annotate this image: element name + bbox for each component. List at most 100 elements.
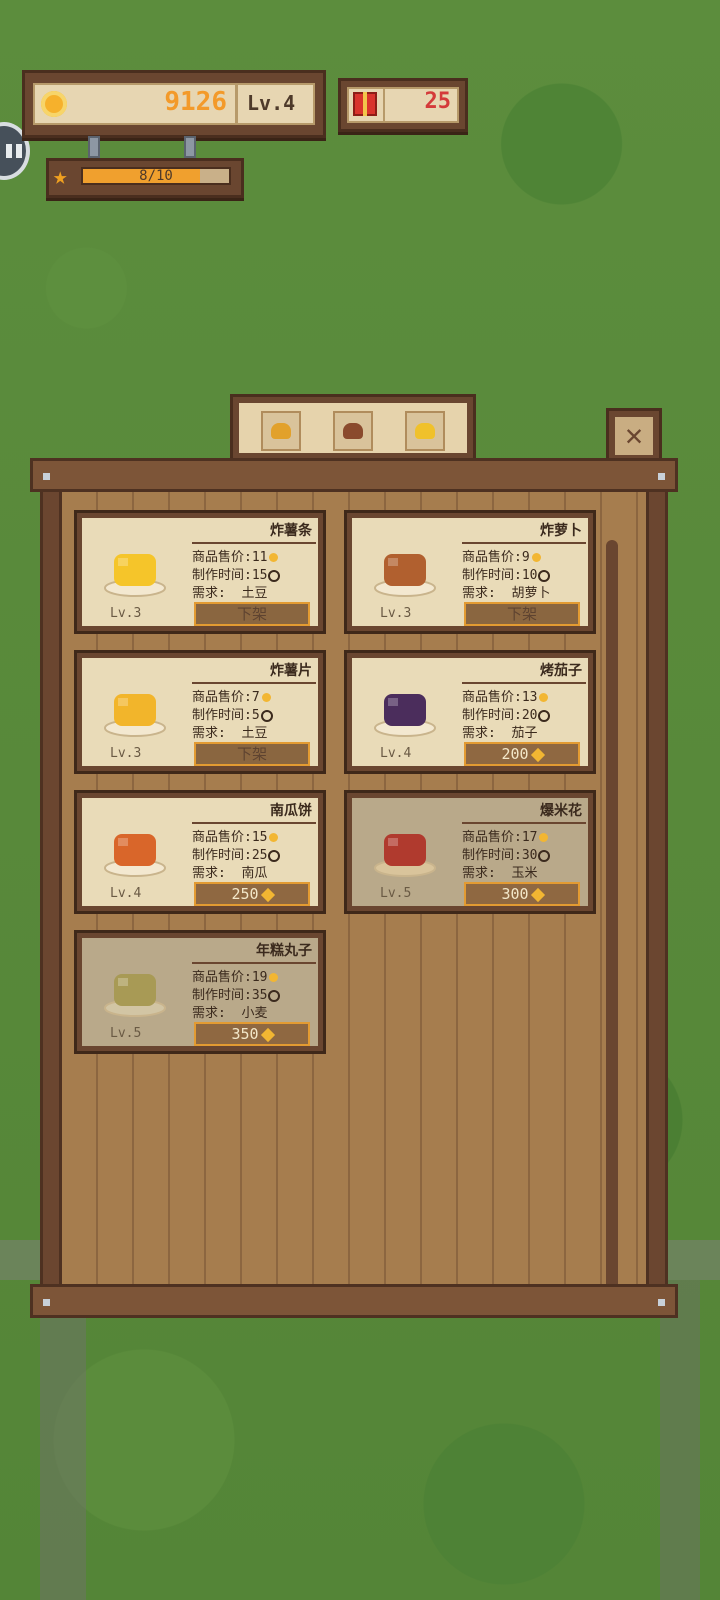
item-price: 15 <box>251 830 268 845</box>
tab-fries[interactable] <box>405 411 445 451</box>
item-price: 13 <box>521 690 538 705</box>
item-card[interactable]: Lv.3 炸萝卜 商品售价:9 制作时间:10 需求: 胡萝卜 下架 <box>344 510 596 634</box>
item-time-row: 制作时间:5 <box>192 704 273 723</box>
food-icon <box>374 694 436 737</box>
item-name: 炸薯条 <box>270 523 312 539</box>
unlock-button[interactable]: 200 <box>464 742 580 766</box>
item-card[interactable]: Lv.3 炸薯条 商品售价:11 制作时间:15 需求: 土豆 下架 <box>74 510 326 634</box>
food-icon <box>374 834 436 877</box>
item-need-row: 需求: 土豆 <box>192 726 268 741</box>
tab-meat-dishes[interactable] <box>333 411 373 451</box>
coin-icon <box>269 553 279 562</box>
unlock-button[interactable]: 350 <box>194 1022 310 1046</box>
item-card[interactable]: Lv.4 烤茄子 商品售价:13 制作时间:20 需求: 茄子 200 <box>344 650 596 774</box>
clock-icon <box>538 849 551 862</box>
background-path <box>660 1280 700 1600</box>
food-icon <box>104 974 166 1017</box>
item-card[interactable]: Lv.4 南瓜饼 商品售价:15 制作时间:25 需求: 南瓜 250 <box>74 790 326 914</box>
shop-list[interactable]: Lv.3 炸薯条 商品售价:11 制作时间:15 需求: 土豆 下架 Lv.3 … <box>62 492 646 1298</box>
item-price-row: 商品售价:7 <box>192 686 271 705</box>
tab-potato-dishes[interactable] <box>261 411 301 451</box>
item-price-row: 商品售价:11 <box>192 546 279 565</box>
item-time-row: 制作时间:30 <box>462 844 551 863</box>
potato-dish-icon <box>271 423 291 439</box>
item-price-row: 商品售价:19 <box>192 966 279 985</box>
item-time: 5 <box>251 708 260 723</box>
item-price: 17 <box>521 830 538 845</box>
coin-icon <box>539 693 549 702</box>
coin-icon <box>531 553 541 562</box>
unlock-button[interactable]: 250 <box>194 882 310 906</box>
gift-panel[interactable]: 25 <box>338 78 468 132</box>
item-level: Lv.3 <box>110 746 142 761</box>
item-level: Lv.5 <box>380 886 412 901</box>
item-time-row: 制作时间:10 <box>462 564 551 583</box>
item-need-row: 需求: 小麦 <box>192 1006 268 1021</box>
item-price-row: 商品售价:13 <box>462 686 549 705</box>
shop-panel: Lv.3 炸薯条 商品售价:11 制作时间:15 需求: 土豆 下架 Lv.3 … <box>30 458 678 1318</box>
xp-bar: 8/10 <box>81 167 231 185</box>
coin-icon <box>260 1027 275 1042</box>
food-icon <box>104 554 166 597</box>
item-need: 土豆 <box>241 586 268 601</box>
food-icon <box>374 554 436 597</box>
remove-button[interactable]: 下架 <box>194 602 310 626</box>
item-level: Lv.3 <box>380 606 412 621</box>
item-time-row: 制作时间:20 <box>462 704 551 723</box>
item-card[interactable]: Lv.3 炸薯片 商品售价:7 制作时间:5 需求: 土豆 下架 <box>74 650 326 774</box>
item-card[interactable]: Lv.5 爆米花 商品售价:17 制作时间:30 需求: 玉米 300 <box>344 790 596 914</box>
item-name: 爆米花 <box>540 803 582 819</box>
item-time: 25 <box>251 848 268 863</box>
item-price-label: 250 <box>231 885 259 903</box>
coin-icon <box>530 887 545 902</box>
coin-icon <box>261 693 271 702</box>
close-icon: ✕ <box>615 417 653 455</box>
item-price: 7 <box>251 690 260 705</box>
background-path <box>40 1280 86 1600</box>
remove-button[interactable]: 下架 <box>194 742 310 766</box>
item-need: 茄子 <box>511 726 538 741</box>
remove-button[interactable]: 下架 <box>464 602 580 626</box>
item-button-label: 下架 <box>236 605 267 623</box>
scrollbar[interactable] <box>606 540 618 1298</box>
item-time: 20 <box>521 708 538 723</box>
category-tabs <box>230 394 476 462</box>
item-price-row: 商品售价:15 <box>192 826 279 845</box>
item-card[interactable]: Lv.5 年糕丸子 商品售价:19 制作时间:35 需求: 小麦 350 <box>74 930 326 1054</box>
item-need-row: 需求: 玉米 <box>462 866 538 881</box>
item-time: 30 <box>521 848 538 863</box>
item-need: 小麦 <box>241 1006 268 1021</box>
coin-icon <box>41 91 67 117</box>
food-icon <box>104 694 166 737</box>
item-price: 19 <box>251 970 268 985</box>
clock-icon <box>260 709 273 722</box>
gift-count: 25 <box>424 89 452 114</box>
item-need-row: 需求: 南瓜 <box>192 866 268 881</box>
item-price-label: 350 <box>231 1025 259 1043</box>
clock-icon <box>268 849 281 862</box>
coin-icon <box>269 833 279 842</box>
item-time: 10 <box>521 568 538 583</box>
chain-decoration <box>88 136 100 158</box>
clock-icon <box>538 709 551 722</box>
coin-count: 9126 <box>164 87 227 117</box>
meat-dish-icon <box>343 423 363 439</box>
unlock-button[interactable]: 300 <box>464 882 580 906</box>
coin-panel: 9126 Lv.4 <box>22 70 326 138</box>
food-icon <box>104 834 166 877</box>
coin-icon <box>260 887 275 902</box>
close-button[interactable]: ✕ <box>606 408 662 464</box>
item-price-row: 商品售价:9 <box>462 546 541 565</box>
item-need-row: 需求: 土豆 <box>192 586 268 601</box>
item-price-label: 200 <box>501 745 529 763</box>
chain-decoration <box>184 136 196 158</box>
item-name: 年糕丸子 <box>256 943 312 959</box>
clock-icon <box>268 569 281 582</box>
clock-icon <box>538 569 551 582</box>
clock-icon <box>268 989 281 1002</box>
item-price-label: 300 <box>501 885 529 903</box>
item-level: Lv.3 <box>110 606 142 621</box>
item-level: Lv.4 <box>380 746 412 761</box>
item-need: 胡萝卜 <box>511 586 551 601</box>
item-button-label: 下架 <box>236 745 267 763</box>
